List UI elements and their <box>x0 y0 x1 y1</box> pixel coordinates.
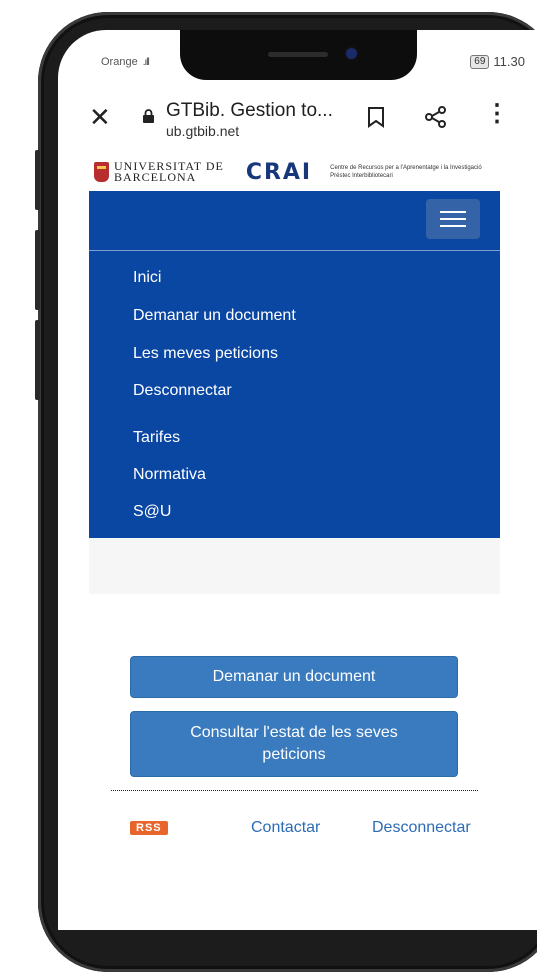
phone-notch <box>180 30 417 80</box>
close-icon[interactable]: ✕ <box>89 102 111 133</box>
crai-subtitle-line2: Préstec Interbibliotecari <box>330 173 393 179</box>
share-icon[interactable] <box>425 106 447 134</box>
nav-item-desconnectar[interactable]: Desconnectar <box>133 382 232 400</box>
page-domain[interactable]: ub.gtbib.net <box>166 123 239 139</box>
clock: 11.30 <box>493 54 525 69</box>
more-vertical-icon[interactable]: ⋮ <box>485 102 509 126</box>
crai-subtitle: Centre de Recursos per a l'Aprenentatge … <box>330 164 482 180</box>
speaker-grille <box>268 52 328 57</box>
lock-icon[interactable] <box>142 108 155 128</box>
nav-item-normativa[interactable]: Normativa <box>133 466 206 484</box>
ub-shield-icon <box>94 162 109 182</box>
status-bar-right: 69 11.30 <box>470 54 525 69</box>
crai-subtitle-line1: Centre de Recursos per a l'Aprenentatge … <box>330 165 482 171</box>
browser-toolbar: ✕ GTBib. Gestion to... ub.gtbib.net ⋮ <box>58 88 537 152</box>
ub-logo-text: UNIVERSITAT DE BARCELONA <box>114 160 224 184</box>
logout-link[interactable]: Desconnectar <box>372 819 471 837</box>
content-spacer <box>89 538 500 594</box>
nav-item-demanar-document[interactable]: Demanar un document <box>133 307 296 325</box>
check-status-button[interactable]: Consultar l'estat de les seves peticions <box>130 711 458 777</box>
nav-item-inici[interactable]: Inici <box>133 269 161 287</box>
page-title[interactable]: GTBib. Gestion to... <box>166 100 333 122</box>
status-bar-left: Orange .ıll <box>101 56 150 68</box>
phone-screen: Orange .ıll 69 11.30 ✕ GTBib. Gestion to.… <box>58 30 537 930</box>
signal-icon: .ıll <box>142 57 150 68</box>
rss-badge[interactable]: RSS <box>130 821 168 835</box>
bookmark-icon[interactable] <box>367 106 385 134</box>
footer-divider <box>111 790 478 791</box>
phone-side-button <box>35 230 40 310</box>
carrier-label: Orange <box>101 56 138 68</box>
ub-logo-line2: BARCELONA <box>114 170 197 184</box>
nav-item-sau[interactable]: S@U <box>133 503 171 521</box>
crai-logo: CRAI <box>245 159 313 185</box>
contact-link[interactable]: Contactar <box>251 819 320 837</box>
main-navigation: Inici Demanar un document Les meves peti… <box>89 191 500 538</box>
request-document-button[interactable]: Demanar un document <box>130 656 458 698</box>
nav-divider <box>89 250 500 251</box>
nav-item-tarifes[interactable]: Tarifes <box>133 429 180 447</box>
site-header: UNIVERSITAT DE BARCELONA CRAI Centre de … <box>94 156 534 188</box>
hamburger-menu-icon[interactable] <box>426 199 480 239</box>
phone-side-button <box>35 150 40 210</box>
phone-side-button <box>35 320 40 400</box>
nav-item-meves-peticions[interactable]: Les meves peticions <box>133 345 278 363</box>
camera-icon <box>346 48 357 59</box>
battery-icon: 69 <box>470 54 490 69</box>
